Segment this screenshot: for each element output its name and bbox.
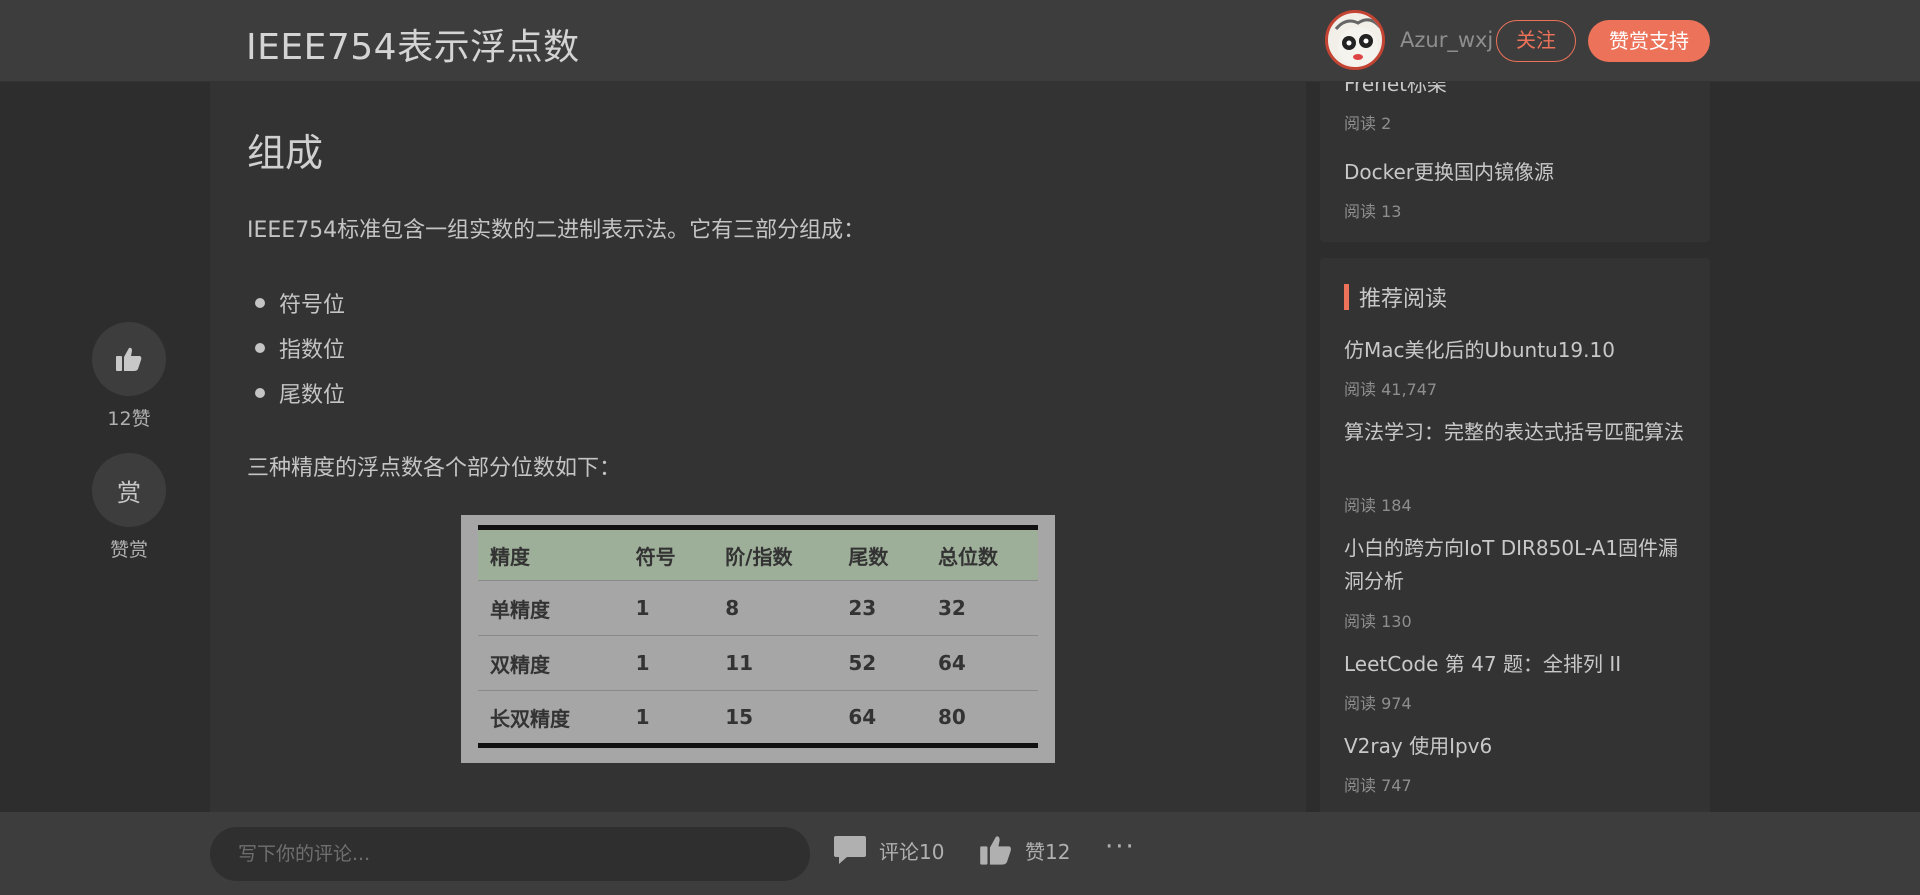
list-item: 符号位 — [247, 280, 345, 325]
table-cell: 64 — [836, 690, 926, 748]
page-title: IEEE754表示浮点数 — [246, 27, 580, 68]
recommend-item-reads: 阅读 747 — [1344, 776, 1412, 795]
table-cell: 双精度 — [478, 635, 624, 691]
table-row: 单精度 1 8 23 32 — [478, 580, 1038, 636]
bottom-action-bar: 评论10 赞12 ··· — [0, 812, 1920, 895]
author-posts-card: Frenet标架 阅读 2 Docker更换国内镜像源 阅读 13 — [1320, 70, 1710, 242]
table-cell: 1 — [623, 635, 714, 691]
thumbs-up-icon — [116, 347, 142, 371]
like-button[interactable] — [92, 322, 166, 396]
reward-glyph: 赏 — [117, 478, 141, 507]
bullet-icon — [255, 297, 265, 308]
accent-bar — [1344, 284, 1349, 310]
table-cell: 64 — [925, 635, 1038, 691]
recommend-item-reads: 阅读 130 — [1344, 612, 1412, 631]
follow-button[interactable]: 关注 — [1496, 20, 1576, 62]
recommend-item-title[interactable]: 小白的跨方向IoT DIR850L-A1固件漏洞分析 — [1344, 532, 1684, 598]
like-count-label: 12赞 — [107, 408, 151, 430]
precision-table: 精度 符号 阶/指数 尾数 总位数 单精度 1 8 23 32 双精度 1 11… — [478, 525, 1038, 748]
post-read-count: 阅读 2 — [1344, 114, 1392, 133]
more-options-button[interactable]: ··· — [1105, 832, 1136, 862]
top-header: IEEE754表示浮点数 Azur_wxj 关注 赞赏支持 — [0, 0, 1920, 82]
list-item: 尾数位 — [247, 370, 345, 415]
intro-paragraph: IEEE754标准包含一组实数的二进制表示法。它有三部分组成： — [247, 218, 866, 243]
recommend-item-reads: 阅读 184 — [1344, 496, 1412, 515]
bullet-list: 符号位 指数位 尾数位 — [247, 280, 345, 415]
like-bottom-button[interactable]: 赞12 — [979, 834, 1070, 866]
recommend-heading: 推荐阅读 — [1344, 282, 1447, 312]
recommend-item-reads: 阅读 974 — [1344, 694, 1412, 713]
table-cell: 80 — [925, 690, 1038, 748]
table-cell: 15 — [713, 690, 837, 748]
table-cell: 52 — [836, 635, 926, 691]
precision-paragraph: 三种精度的浮点数各个部分位数如下： — [247, 456, 622, 481]
bullet-icon — [255, 387, 265, 398]
table-row: 双精度 1 11 52 64 — [478, 635, 1038, 691]
article-body: 组成 IEEE754标准包含一组实数的二进制表示法。它有三部分组成： 符号位 指… — [210, 82, 1306, 812]
comment-icon — [834, 836, 866, 864]
post-read-count: 阅读 13 — [1344, 202, 1402, 221]
reward-label: 赞赏 — [109, 539, 148, 561]
recommend-item-title[interactable]: 仿Mac美化后的Ubuntu19.10 — [1344, 334, 1684, 367]
table-cell: 23 — [836, 580, 926, 636]
comment-count-label: 评论10 — [879, 839, 945, 864]
table-header-cell: 精度 — [490, 544, 530, 569]
comment-input[interactable] — [210, 827, 810, 881]
avatar[interactable] — [1325, 10, 1385, 70]
table-cell: 11 — [713, 635, 837, 691]
recommend-item-reads: 阅读 41,747 — [1344, 380, 1438, 399]
recommend-item-title[interactable]: V2ray 使用Ipv6 — [1344, 730, 1684, 763]
comment-button[interactable]: 评论10 — [833, 834, 944, 866]
author-name[interactable]: Azur_wxj — [1400, 28, 1493, 52]
table-header-cell: 符号 — [635, 544, 676, 569]
thumbs-up-icon — [980, 836, 1011, 865]
support-button[interactable]: 赞赏支持 — [1588, 20, 1710, 62]
table-header-cell: 尾数 — [848, 544, 889, 569]
table-cell: 8 — [713, 580, 837, 636]
table-cell: 长双精度 — [478, 690, 624, 748]
recommend-card: 推荐阅读 仿Mac美化后的Ubuntu19.10 阅读 41,747 算法学习：… — [1320, 258, 1710, 818]
table-header-cell: 阶/指数 — [725, 544, 793, 569]
bullet-icon — [255, 342, 265, 353]
like-count-bottom-label: 赞12 — [1025, 839, 1071, 864]
reward-button[interactable]: 赏 — [92, 453, 166, 527]
avatar-image — [1334, 18, 1382, 67]
table-cell: 1 — [623, 690, 714, 748]
table-cell: 1 — [623, 580, 714, 636]
precision-table-image[interactable]: 精度 符号 阶/指数 尾数 总位数 单精度 1 8 23 32 双精度 1 11… — [461, 515, 1055, 763]
recommend-item-title[interactable]: LeetCode 第 47 题：全排列 II — [1344, 648, 1684, 681]
table-cell: 32 — [925, 580, 1038, 636]
section-heading: 组成 — [247, 131, 324, 175]
post-title-link[interactable]: Docker更换国内镜像源 — [1344, 156, 1684, 189]
table-header-cell: 总位数 — [937, 544, 998, 569]
side-actions: 12赞 赏 赞赏 — [92, 322, 166, 584]
table-header-row: 精度 符号 阶/指数 尾数 总位数 — [478, 527, 1038, 581]
table-cell: 单精度 — [478, 580, 624, 636]
recommend-item-title[interactable]: 算法学习：完整的表达式括号匹配算法 — [1344, 416, 1684, 449]
table-row: 长双精度 1 15 64 80 — [478, 690, 1038, 748]
list-item: 指数位 — [247, 325, 345, 370]
